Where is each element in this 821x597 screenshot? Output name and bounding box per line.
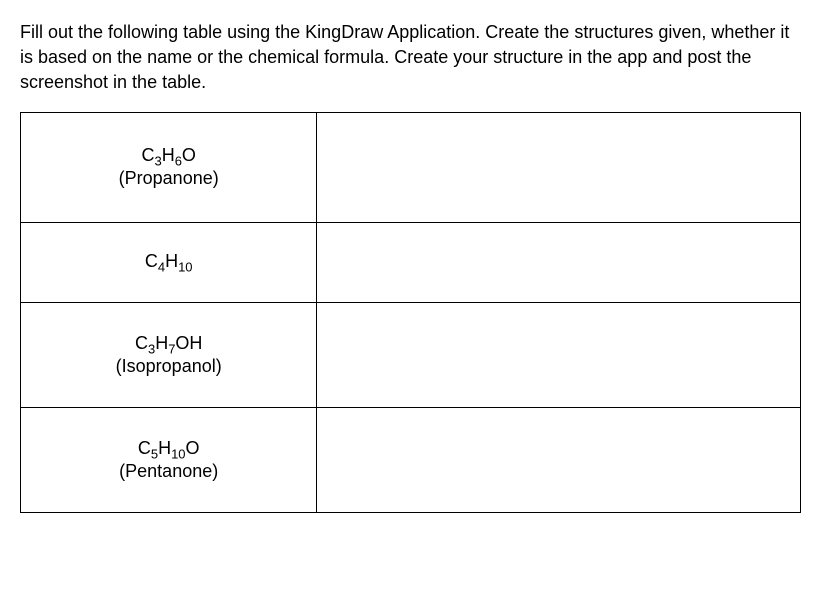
chemical-name: (Isopropanol)	[21, 356, 316, 377]
structure-cell[interactable]	[317, 407, 801, 512]
formula-cell: C5H10O (Pentanone)	[21, 407, 317, 512]
chemical-formula: C4H10	[21, 251, 316, 272]
table-row: C3H7OH (Isopropanol)	[21, 302, 801, 407]
formula-cell: C4H10	[21, 222, 317, 302]
structure-cell[interactable]	[317, 222, 801, 302]
chemical-formula: C3H6O	[21, 145, 316, 166]
structure-cell[interactable]	[317, 112, 801, 222]
structure-cell[interactable]	[317, 302, 801, 407]
formula-cell: C3H7OH (Isopropanol)	[21, 302, 317, 407]
table-row: C3H6O (Propanone)	[21, 112, 801, 222]
chemistry-table: C3H6O (Propanone) C4H10 C3H7OH (Isopropa…	[20, 112, 801, 513]
chemical-formula: C5H10O	[21, 438, 316, 459]
instructions-text: Fill out the following table using the K…	[20, 20, 801, 96]
chemical-name: (Propanone)	[21, 168, 316, 189]
table-row: C4H10	[21, 222, 801, 302]
table-row: C5H10O (Pentanone)	[21, 407, 801, 512]
chemical-name: (Pentanone)	[21, 461, 316, 482]
chemical-formula: C3H7OH	[21, 333, 316, 354]
formula-cell: C3H6O (Propanone)	[21, 112, 317, 222]
